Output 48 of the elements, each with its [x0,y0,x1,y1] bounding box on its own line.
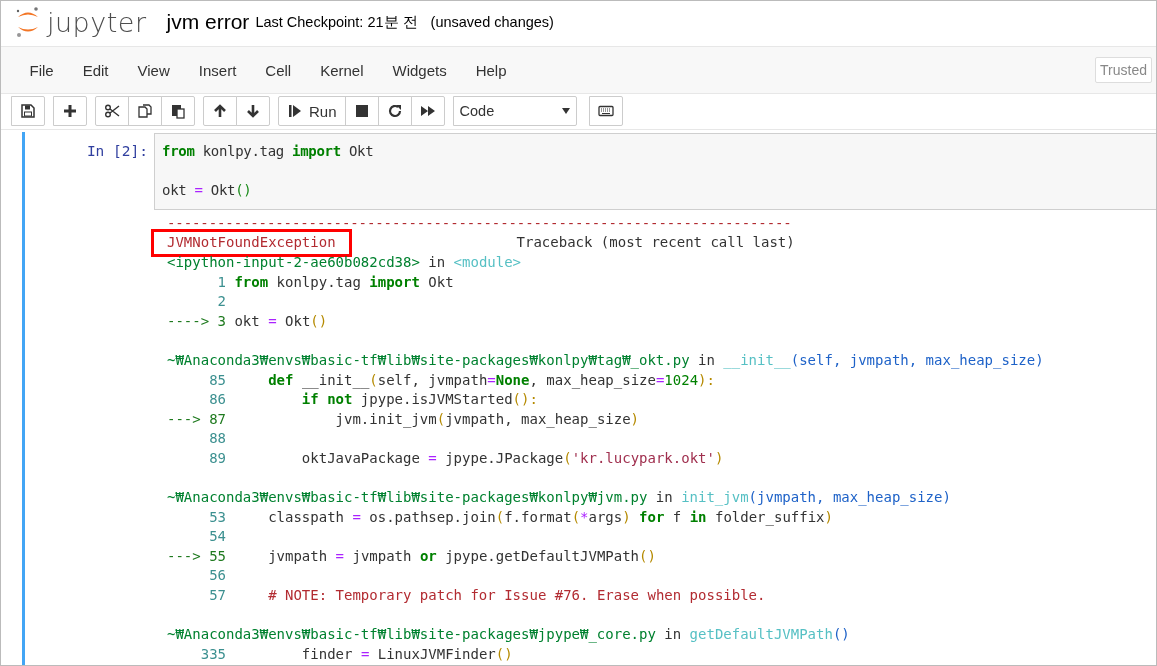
restart-button[interactable] [377,96,412,126]
menu-item[interactable]: Widgets [378,61,462,79]
run-button[interactable]: Run [278,96,346,126]
stop-icon [353,103,370,119]
menu-item[interactable]: Help [461,61,522,79]
stop-button[interactable] [344,96,379,126]
fast-forward-icon [419,103,436,119]
scissors-icon [104,103,120,119]
save-icon [20,103,36,119]
paste-button[interactable] [161,96,195,126]
cell-type-dropdown[interactable]: Code [452,96,577,126]
cell-prompt: In [2]: [85,142,149,161]
step-forward-icon [287,103,303,119]
arrow-down-icon [245,103,261,119]
arrow-down-button[interactable] [236,96,270,126]
keyboard-icon [597,103,614,119]
code-input[interactable]: from konlpy.tag import Okt okt = Okt() [154,133,1156,210]
traceback-label: Traceback (most recent call last) [516,233,795,253]
menu-item[interactable]: Insert [184,61,251,79]
exception-name: JVMNotFoundException [151,229,352,257]
plus-icon [62,103,78,119]
menu-item[interactable]: Cell [250,61,306,79]
restart-icon [386,103,403,119]
scissors-button[interactable] [95,96,129,126]
traceback-frame: ~₩Anaconda3₩envs₩basic-tf₩lib₩site-packages₩konlpy₩jvm.py in init_jvm(jvmpath, max_heap_size) 53 classpath = os.pathsep.join(f.format(*args) for f in folder_suffix) 54 ---> 55 jvmpath = jvmpath or jpype.getDefaultJVMPath() 56 57 # NOTE: Temporary patch for Issue #76. Erase when possible. [167,488,1156,606]
traceback-frame: ~₩Anaconda3₩envs₩basic-tf₩lib₩site-packages₩jpype₩_core.py in getDefaultJVMPath() 335 finder = LinuxJVMFinder() [167,625,1156,665]
notebook-title[interactable]: jvm error [166,10,250,34]
paste-icon [170,103,186,119]
menu-item[interactable]: View [123,61,185,79]
checkpoint-text: Last Checkpoint: 21분 전 [255,12,418,32]
copy-button[interactable] [128,96,162,126]
arrow-up-icon [212,103,228,119]
traceback-frame: ~₩Anaconda3₩envs₩basic-tf₩lib₩site-packages₩konlpy₩tag₩_okt.py in __init__(self, jvmpath, max_heap_size) 85 def __init__(self, jvmpath=None, max_heap_size=1024): 86 if not jpype.isJVMStarted(): ---> 87 jvm.init_jvm(jvmpath, max_heap_size) 88 89 oktJavaPackage = jpype.JPackage('kr.lucypark.okt') [167,350,1156,469]
copy-icon [137,103,153,119]
arrow-up-button[interactable] [203,96,237,126]
logo-text: jupyter [47,6,147,38]
fast-forward-button[interactable] [410,96,445,126]
menu-item[interactable]: Edit [68,61,124,79]
save-button[interactable] [11,96,45,126]
caret-icon [561,108,570,114]
save-status: (unsaved changes) [430,14,554,30]
keyboard-button[interactable] [588,96,623,126]
jupyter-logo-icon [15,6,41,38]
notebook-cell[interactable] [22,132,1156,665]
trusted-indicator[interactable]: Trusted [1095,57,1152,83]
plus-button[interactable] [53,96,87,126]
menu-item[interactable]: File [15,61,69,79]
menu-item[interactable]: Kernel [305,61,378,79]
